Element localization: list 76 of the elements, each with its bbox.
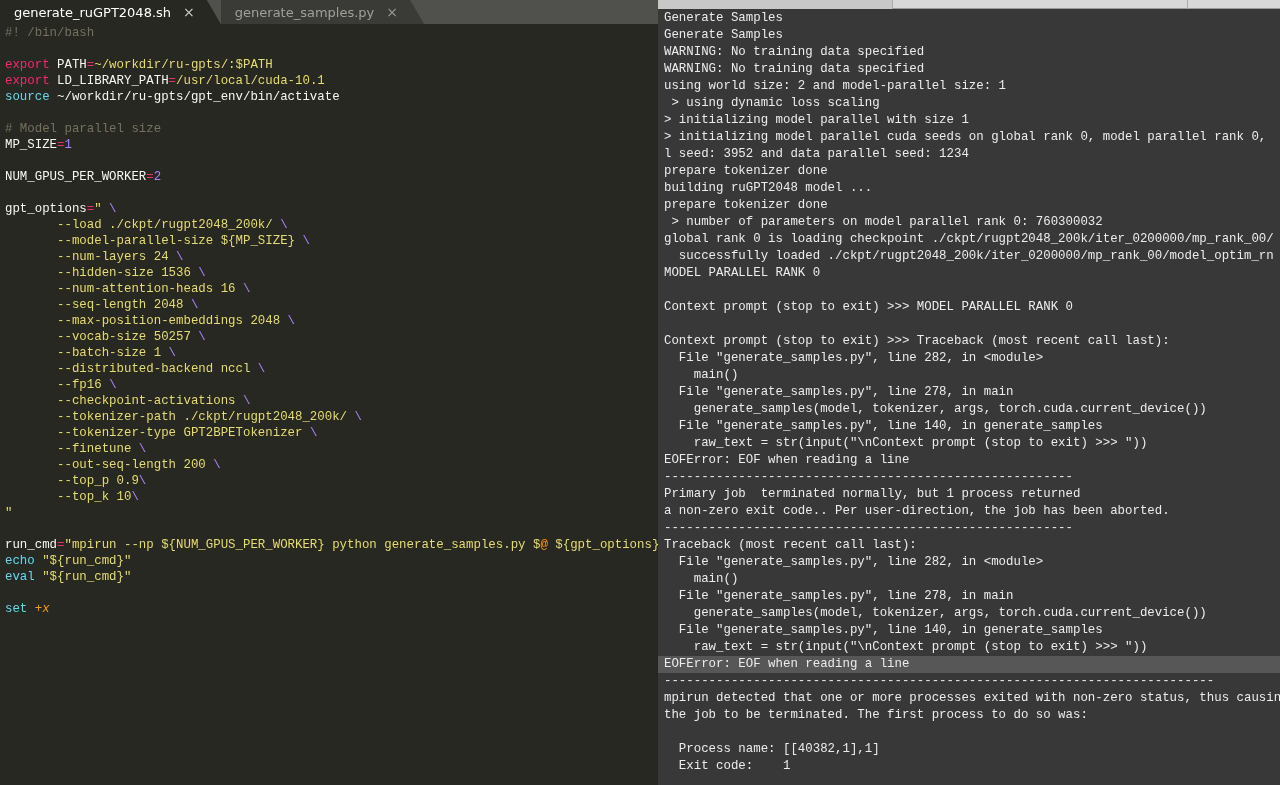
terminal-line: WARNING: No training data specified <box>663 61 926 78</box>
code-line: --tokenizer-type GPT2BPETokenizer \ <box>56 425 319 441</box>
terminal-line: Generate Samples <box>663 10 784 27</box>
close-button[interactable]: × <box>386 4 399 20</box>
code-line: eval "${run_cmd}" <box>4 569 133 585</box>
code-line: gpt_options=" \ <box>4 201 118 217</box>
terminal-line: Context prompt (stop to exit) >>> MODEL PARALLEL RANK 0 <box>663 299 1074 316</box>
code-line: --model-parallel-size ${MP_SIZE} \ <box>56 233 311 249</box>
code-line: --num-attention-heads 16 \ <box>56 281 252 297</box>
code-line: --top_k 10\ <box>56 489 140 505</box>
code-line: MP_SIZE=1 <box>4 137 73 153</box>
code-line: NUM_GPUS_PER_WORKER=2 <box>4 169 163 185</box>
terminal-line: successfully loaded ./ckpt/rugpt2048_200k/iter_0200000/mp_rank_00/model_optim_rn <box>677 248 1275 265</box>
code-line: --max-position-embeddings 2048 \ <box>56 313 296 329</box>
close-button[interactable]: × <box>183 4 195 20</box>
terminal-line: generate_samples(model, tokenizer, args, torch.cuda.current_device()) <box>692 401 1208 418</box>
terminal-line: > initializing model parallel cuda seeds on global rank 0, model parallel rank 0, <box>663 129 1268 146</box>
code-line: --fp16 \ <box>56 377 118 393</box>
terminal-line: Traceback (most recent call last): <box>663 537 918 554</box>
terminal-line: raw_text = str(input("\nContext prompt (stop to exit) >>> ")) <box>692 639 1149 656</box>
terminal-line: building ruGPT2048 model ... <box>663 180 874 197</box>
terminal-line: raw_text = str(input("\nContext prompt (stop to exit) >>> ")) <box>692 435 1149 452</box>
terminal-line: > number of parameters on model parallel rank 0: 760300032 <box>670 214 1104 231</box>
terminal-line: File "generate_samples.py", line 278, in main <box>677 588 1015 605</box>
terminal-line: global rank 0 is loading checkpoint ./ckpt/rugpt2048_200k/iter_0200000/mp_rank_00/ <box>663 231 1275 248</box>
code-line: --batch-size 1 \ <box>56 345 178 361</box>
terminal-line: EOFError: EOF when reading a line <box>663 452 911 469</box>
code-line: source ~/workdir/ru-gpts/gpt_env/bin/activate <box>4 89 341 105</box>
terminal-line: prepare tokenizer done <box>663 163 829 180</box>
terminal-line: File "generate_samples.py", line 282, in <module> <box>677 554 1045 571</box>
code-line: --vocab-size 50257 \ <box>56 329 207 345</box>
terminal-line: File "generate_samples.py", line 282, in <module> <box>677 350 1045 367</box>
terminal-line: l seed: 3952 and data parallel seed: 1234 <box>663 146 970 163</box>
terminal-line: main() <box>692 571 740 588</box>
terminal-line: > using dynamic loss scaling <box>670 95 881 112</box>
code-line: --top_p 0.9\ <box>56 473 148 489</box>
code-line: set +x <box>4 601 51 617</box>
terminal-line: ------------------------------------------------------- <box>663 520 1074 537</box>
terminal-line: prepare tokenizer done <box>663 197 829 214</box>
code-line: --finetune \ <box>56 441 148 457</box>
code-line: --hidden-size 1536 \ <box>56 265 207 281</box>
code-line: --seq-length 2048 \ <box>56 297 200 313</box>
terminal-line: generate_samples(model, tokenizer, args, torch.cuda.current_device()) <box>692 605 1208 622</box>
terminal-line: using world size: 2 and model-parallel size: 1 <box>663 78 1008 95</box>
terminal-line: Generate Samples <box>663 27 784 44</box>
code-line: # Model parallel size <box>4 121 163 137</box>
terminal-line: the job to be terminated. The first process to do so was: <box>663 707 1089 724</box>
code-line: export PATH=~/workdir/ru-gpts/:$PATH <box>4 57 274 73</box>
terminal-line: main() <box>692 367 740 384</box>
editor-tab[interactable]: generate_ruGPT2048.sh × <box>0 0 221 24</box>
terminal-line: Process name: [[40382,1],1] <box>677 741 881 758</box>
code-line: --out-seq-length 200 \ <box>56 457 222 473</box>
terminal-line: -------------------------------------------------------------------------- <box>663 673 1216 690</box>
code-line: --distributed-backend nccl \ <box>56 361 267 377</box>
terminal-line: MODEL PARALLEL RANK 0 <box>663 265 822 282</box>
terminal-line: File "generate_samples.py", line 278, in main <box>677 384 1015 401</box>
terminal-line: Context prompt (stop to exit) >>> Traceback (most recent call last): <box>663 333 1171 350</box>
terminal-line: > initializing model parallel with size 1 <box>663 112 970 129</box>
terminal-line: Primary job terminated normally, but 1 process returned <box>663 486 1082 503</box>
terminal-line: File "generate_samples.py", line 140, in generate_samples <box>677 418 1104 435</box>
editor-tab[interactable]: generate_samples.py × <box>220 0 425 24</box>
code-line: " <box>4 505 14 521</box>
terminal-line: Exit code: 1 <box>677 758 792 775</box>
code-line: echo "${run_cmd}" <box>4 553 133 569</box>
code-line: run_cmd="mpirun --np ${NUM_GPUS_PER_WORKER} python generate_samples.py $@ ${gpt_options} <box>4 537 658 553</box>
code-line: export LD_LIBRARY_PATH=/usr/local/cuda-10.1 <box>4 73 326 89</box>
code-line: #! /bin/bash <box>4 25 96 41</box>
code-line: --num-layers 24 \ <box>56 249 185 265</box>
code-line: --tokenizer-path ./ckpt/rugpt2048_200k/ \ <box>56 409 363 425</box>
code-line: --checkpoint-activations \ <box>56 393 252 409</box>
terminal-line: ------------------------------------------------------- <box>663 469 1074 486</box>
code-line: --load ./ckpt/rugpt2048_200k/ \ <box>56 217 289 233</box>
terminal-line: WARNING: No training data specified <box>663 44 926 61</box>
terminal-line: a non-zero exit code.. Per user-direction, the job has been aborted. <box>663 503 1171 520</box>
terminal-line: File "generate_samples.py", line 140, in generate_samples <box>677 622 1104 639</box>
terminal-line: mpirun detected that one or more processes exited with non-zero status, thus causin <box>663 690 1280 707</box>
